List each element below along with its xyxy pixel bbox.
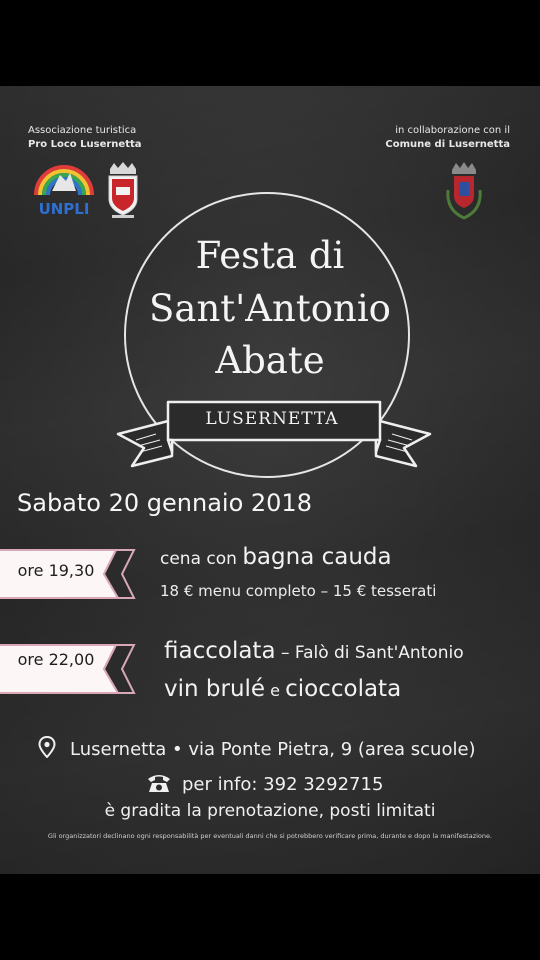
event2-main: fiaccolata [164, 638, 276, 664]
title-line3: Abate [215, 339, 325, 382]
collaboration-line2: Comune di Lusernetta [385, 139, 510, 150]
event-date: Sabato 20 gennaio 2018 [17, 489, 312, 517]
banner-label: LUSERNETTA [205, 409, 339, 429]
ribbon-banner [116, 400, 432, 468]
event1-title: cena con bagna cauda [160, 544, 392, 570]
title-line2: Sant'Antonio [149, 287, 391, 330]
pro-loco-crest [108, 162, 138, 218]
unpli-logo: UNPLI [34, 165, 94, 217]
event2-suffix: – Falò di Sant'Antonio [275, 643, 464, 663]
event1-main: bagna cauda [242, 544, 392, 570]
organizer-line2: Pro Loco Lusernetta [28, 139, 142, 150]
comune-crest [446, 162, 482, 220]
disclaimer: Gli organizzatori declinano ogni respons… [47, 832, 493, 840]
telephone-icon [148, 775, 170, 792]
map-pin-icon [38, 736, 56, 758]
drink-vin-brule: vin brulé [164, 676, 266, 702]
collaboration-label: in collaborazione con il Comune di Luser… [385, 124, 510, 152]
event1-prices: 18 € menu completo – 15 € tesserati [160, 582, 437, 600]
drink-conjunction: e [265, 681, 286, 700]
time-label-2: ore 22,00 [17, 650, 95, 669]
event2-title: fiaccolata – Falò di Sant'Antonio [164, 638, 464, 664]
organizer-line1: Associazione turistica [28, 125, 137, 136]
time-tag-2200 [0, 644, 136, 694]
contact-info: per info: 392 3292715 [182, 774, 384, 795]
location-street: via Ponte Pietra, 9 (area scuole) [188, 739, 476, 760]
title-line1: Festa di [195, 234, 345, 277]
organizer-label: Associazione turistica Pro Loco Lusernet… [28, 124, 142, 152]
location-place: Lusernetta [70, 739, 167, 760]
location-address: Lusernetta • via Ponte Pietra, 9 (area s… [70, 739, 476, 760]
event-poster: Associazione turistica Pro Loco Lusernet… [0, 86, 540, 874]
event1-prefix: cena con [160, 549, 243, 569]
drink-cioccolata: cioccolata [285, 676, 402, 702]
event2-drinks: vin brulé e cioccolata [164, 676, 401, 702]
booking-note: è gradita la prenotazione, posti limitat… [104, 801, 436, 821]
svg-text:UNPLI: UNPLI [39, 200, 90, 217]
collaboration-line1: in collaborazione con il [395, 125, 510, 136]
time-label-1: ore 19,30 [17, 561, 95, 580]
location-separator: • [166, 739, 189, 760]
